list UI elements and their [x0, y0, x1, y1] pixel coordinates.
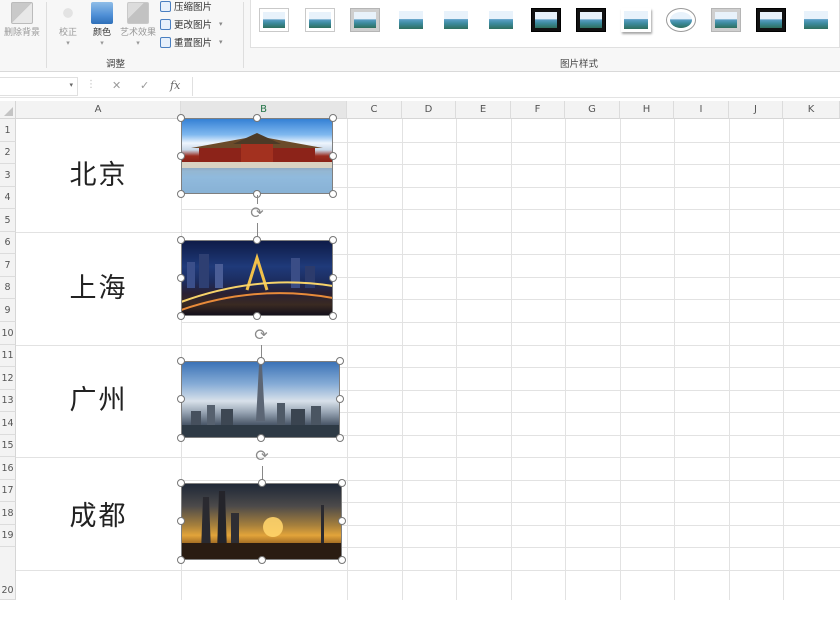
remove-background-button[interactable]: 删除背景 [0, 0, 44, 52]
more-icon: ⋮ [86, 79, 96, 90]
ribbon: 删除背景 校正 ▾ 颜色 ▾ 艺术效果 ▾ 压缩图片 更改图片 ▾ 重置图片 ▾… [0, 0, 840, 72]
column-header-a[interactable]: A [16, 101, 181, 119]
picture-style-13[interactable] [801, 8, 831, 32]
row-header-13[interactable]: 13 [0, 390, 16, 412]
row-header-16[interactable]: 16 [0, 457, 16, 480]
group-label-picture-styles: 图片样式 [560, 59, 599, 70]
city-cell-beijing[interactable]: 北京 [16, 119, 181, 232]
group-label-adjust: 调整 [106, 59, 126, 70]
column-header-c[interactable]: C [347, 101, 402, 119]
picture-style-gallery [250, 0, 840, 48]
picture-style-11[interactable] [711, 8, 741, 32]
reset-picture-button[interactable]: 重置图片 ▾ [160, 34, 223, 50]
column-header-h[interactable]: H [620, 101, 674, 119]
gridline [16, 570, 181, 571]
gridline [511, 119, 512, 600]
picture-style-12[interactable] [756, 8, 786, 32]
picture-style-6[interactable] [486, 8, 516, 32]
correct-icon [57, 2, 79, 24]
chevron-down-icon: ▾ [136, 39, 140, 47]
gridline [565, 119, 566, 600]
picture-style-9[interactable] [621, 8, 651, 32]
change-picture-button[interactable]: 更改图片 ▾ [160, 16, 223, 32]
row-header-2[interactable]: 2 [0, 142, 16, 164]
gridline [402, 119, 403, 600]
row-header-5[interactable]: 5 [0, 209, 16, 232]
picture-shanghai[interactable] [177, 236, 337, 320]
remove-background-icon [11, 2, 33, 24]
picture-style-1[interactable] [259, 8, 289, 32]
column-header-e[interactable]: E [456, 101, 511, 119]
column-header-j[interactable]: J [729, 101, 783, 119]
row-header-8[interactable]: 8 [0, 277, 16, 299]
row-header-17[interactable]: 17 [0, 480, 16, 502]
gridline [674, 119, 675, 600]
row-header-4[interactable]: 4 [0, 187, 16, 209]
enter-icon[interactable]: ✓ [140, 79, 149, 92]
picture-style-7[interactable] [531, 8, 561, 32]
compress-picture-icon [160, 0, 171, 12]
city-cell-guangzhou[interactable]: 广州 [16, 345, 181, 457]
column-header-i[interactable]: I [674, 101, 729, 119]
row-header-11[interactable]: 11 [0, 345, 16, 367]
insert-function-icon[interactable]: fx [170, 79, 180, 92]
color-icon [91, 2, 113, 24]
row-header-12[interactable]: 12 [0, 367, 16, 390]
gridline [16, 345, 181, 346]
column-header-f[interactable]: F [511, 101, 565, 119]
chevron-down-icon: ▾ [219, 38, 223, 46]
chevron-down-icon[interactable]: ▾ [69, 81, 73, 89]
row-header-6[interactable]: 6 [0, 232, 16, 254]
row-header-10[interactable]: 10 [0, 322, 16, 345]
column-header-d[interactable]: D [402, 101, 456, 119]
picture-guangzhou[interactable] [177, 357, 344, 442]
gridline [16, 232, 181, 233]
gridline [347, 119, 348, 600]
cancel-icon[interactable]: ✕ [112, 79, 121, 92]
picture-beijing[interactable] [177, 114, 337, 198]
row-header-18[interactable]: 18 [0, 502, 16, 525]
art-effect-button[interactable]: 艺术效果 ▾ [116, 0, 160, 52]
picture-style-2[interactable] [305, 8, 335, 32]
row-header-14[interactable]: 14 [0, 412, 16, 435]
reset-picture-icon [160, 36, 171, 48]
chevron-down-icon: ▾ [219, 20, 223, 28]
gridline [729, 119, 730, 600]
change-picture-icon [160, 18, 171, 30]
gridline [16, 457, 181, 458]
name-box[interactable]: ▾ [0, 77, 78, 96]
select-all-button[interactable] [0, 101, 16, 119]
picture-style-3[interactable] [350, 8, 380, 32]
column-header-b[interactable]: B [181, 101, 347, 119]
row-header-7[interactable]: 7 [0, 254, 16, 277]
picture-style-10[interactable] [666, 8, 696, 32]
rotate-handle-icon[interactable]: ⟳ [247, 203, 267, 223]
gridline [620, 119, 621, 600]
column-header-g[interactable]: G [565, 101, 620, 119]
column-header-k[interactable]: K [783, 101, 840, 119]
row-header-9[interactable]: 9 [0, 299, 16, 322]
picture-style-8[interactable] [576, 8, 606, 32]
city-cell-chengdu[interactable]: 成都 [16, 457, 181, 570]
row-header-19[interactable]: 19 [0, 525, 16, 547]
formula-input[interactable] [192, 77, 840, 96]
rotate-handle-icon[interactable]: ⟳ [252, 446, 272, 466]
row-header-1[interactable]: 1 [0, 119, 16, 142]
formula-bar: ▾ ⋮ ✕ ✓ fx [0, 76, 840, 98]
gridline [456, 119, 457, 600]
gridline [783, 119, 784, 600]
picture-chengdu[interactable] [177, 479, 346, 564]
picture-style-4[interactable] [396, 8, 426, 32]
compress-picture-button[interactable]: 压缩图片 [160, 0, 212, 14]
art-effect-icon [127, 2, 149, 24]
picture-style-5[interactable] [441, 8, 471, 32]
worksheet-grid[interactable]: A B C D E F G H I J K 1 2 3 4 5 6 7 8 9 … [0, 101, 840, 600]
row-header-3[interactable]: 3 [0, 164, 16, 187]
city-cell-shanghai[interactable]: 上海 [16, 232, 181, 345]
row-header-20[interactable]: 20 [0, 547, 16, 600]
row-header-15[interactable]: 15 [0, 435, 16, 457]
separator [243, 2, 244, 68]
rotate-handle-icon[interactable]: ⟳ [251, 325, 271, 345]
